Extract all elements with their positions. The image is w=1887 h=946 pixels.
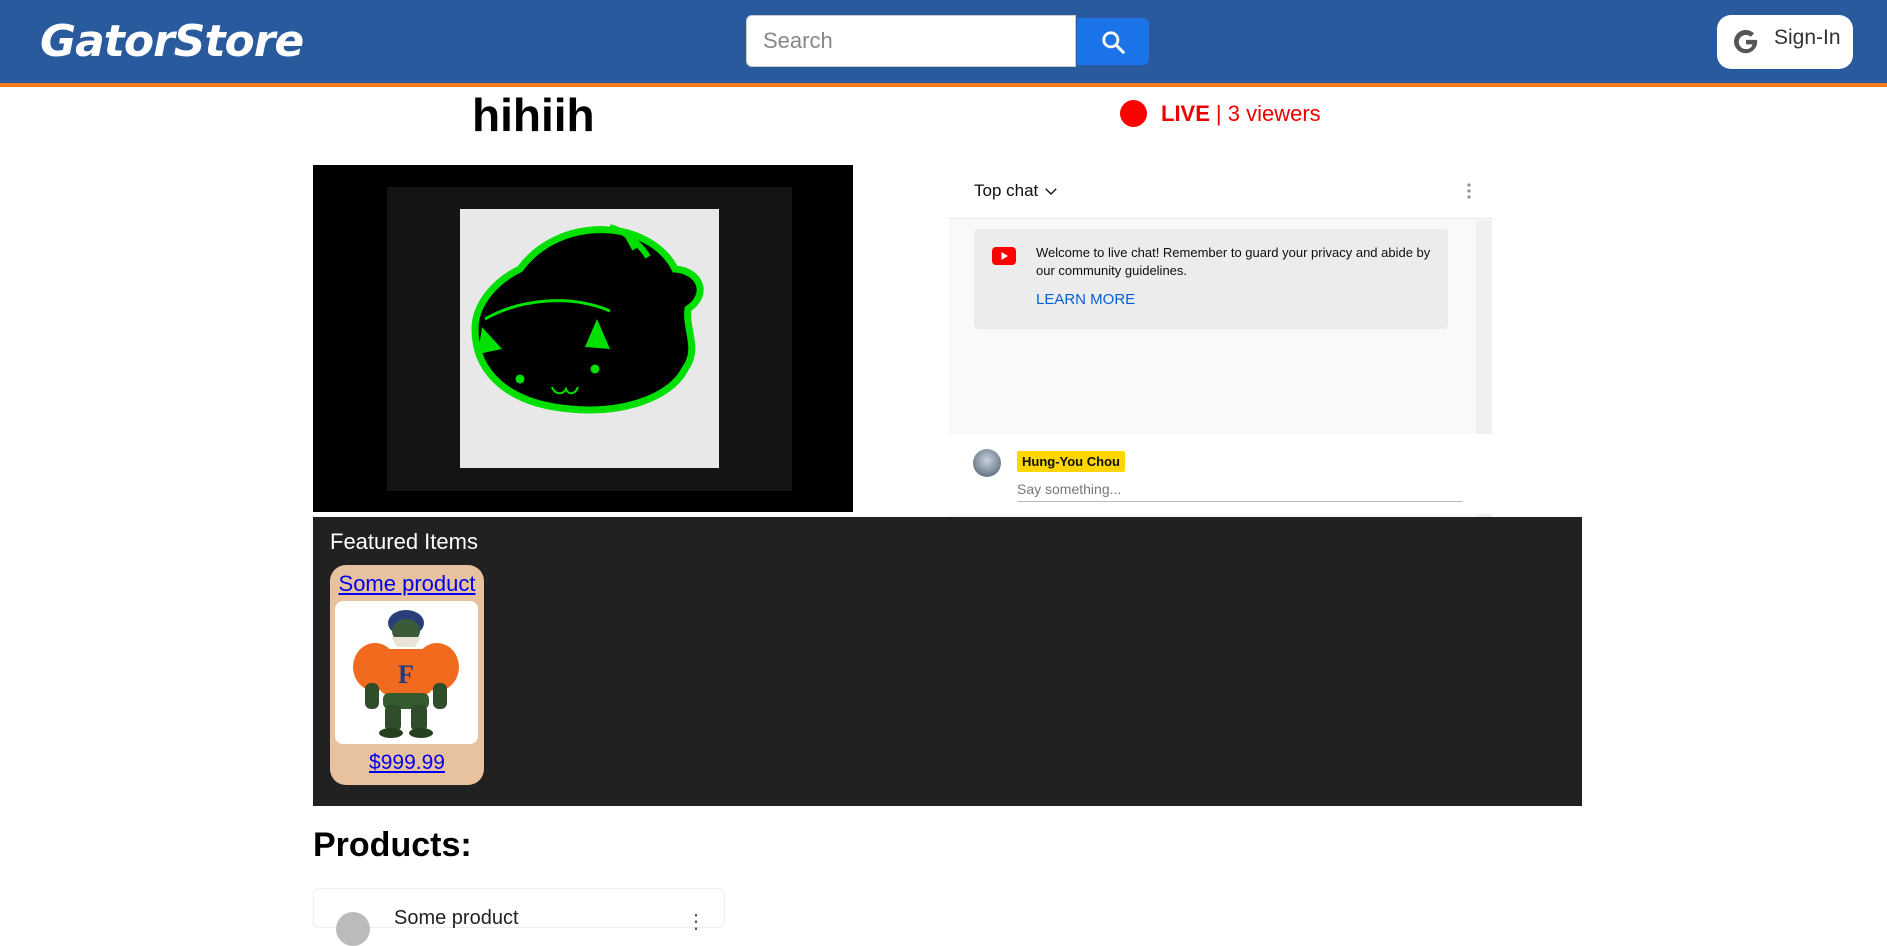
chat-input-area: Hung-You Chou: [949, 434, 1492, 514]
search-input[interactable]: [746, 15, 1076, 67]
chat-welcome-banner: Welcome to live chat! Remember to guard …: [974, 229, 1448, 329]
store-logo[interactable]: GatorStore: [40, 16, 304, 67]
chat-mode-label: Top chat: [974, 181, 1039, 200]
featured-product-card: Some product F $999.99: [330, 565, 484, 785]
more-vertical-icon[interactable]: ⋮: [686, 909, 706, 934]
avatar: [973, 449, 1001, 477]
product-price-link[interactable]: $999.99: [330, 751, 484, 775]
live-indicator: LIVE | 3 viewers: [1120, 100, 1321, 127]
video-player[interactable]: [313, 165, 853, 512]
sign-in-label: Sign-In: [1774, 26, 1841, 49]
gator-mascot-icon: [471, 224, 704, 414]
svg-text:F: F: [398, 660, 414, 689]
viewer-count: | 3 viewers: [1215, 100, 1321, 126]
google-g-icon: [1734, 29, 1758, 54]
products-heading: Products:: [313, 826, 472, 864]
product-image[interactable]: F: [335, 601, 478, 744]
chat-mode-dropdown[interactable]: Top chat: [974, 181, 1060, 201]
live-dot-icon: [1120, 100, 1147, 127]
search-button[interactable]: [1077, 18, 1149, 65]
sign-in-button[interactable]: Sign-In: [1717, 15, 1853, 69]
live-label: LIVE: [1161, 100, 1210, 126]
featured-items-section: Featured Items Some product F $999.99: [313, 517, 1582, 806]
featured-title: Featured Items: [330, 529, 478, 554]
more-vertical-icon[interactable]: [1457, 179, 1481, 203]
video-image: [460, 209, 719, 468]
chevron-down-icon: [1045, 188, 1057, 195]
learn-more-link[interactable]: LEARN MORE: [1036, 291, 1135, 308]
product-list-item[interactable]: Some product ⋮: [313, 888, 725, 946]
chat-header: Top chat: [949, 165, 1492, 219]
search-icon: [1102, 30, 1125, 54]
product-list-name: Some product: [394, 907, 519, 929]
product-avatar: [336, 912, 370, 946]
chat-username: Hung-You Chou: [1017, 451, 1125, 472]
stream-title: hihiih: [472, 89, 595, 141]
top-navbar: GatorStore Sign-In: [0, 0, 1887, 87]
welcome-message: Welcome to live chat! Remember to guard …: [1036, 245, 1431, 278]
youtube-icon: [992, 247, 1016, 265]
chat-input[interactable]: [1017, 477, 1463, 502]
gator-plush-icon: F: [353, 610, 459, 738]
product-name-link[interactable]: Some product: [330, 571, 484, 597]
